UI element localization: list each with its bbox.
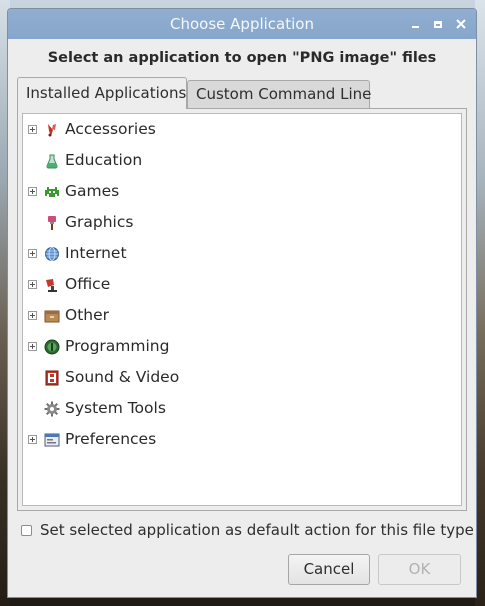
choose-application-dialog: Choose Application Select an application… xyxy=(7,8,477,598)
tree-item-label: Preferences xyxy=(65,430,157,448)
close-icon[interactable] xyxy=(452,15,470,33)
tree-item-internet[interactable]: Internet xyxy=(23,238,461,269)
tree-item-games[interactable]: Games xyxy=(23,176,461,207)
maximize-icon[interactable] xyxy=(429,15,447,33)
preferences-icon xyxy=(44,432,60,448)
games-icon xyxy=(44,184,60,200)
tab-panel: Accessories Education Games Graphics Int… xyxy=(17,108,467,511)
tree-item-label: Programming xyxy=(65,337,170,355)
tree-item-label: Other xyxy=(65,306,110,324)
default-action-label[interactable]: Set selected application as default acti… xyxy=(40,521,474,539)
expand-icon[interactable] xyxy=(28,342,37,351)
expand-icon[interactable] xyxy=(28,187,37,196)
other-icon xyxy=(44,308,60,324)
education-icon xyxy=(44,153,60,169)
tree-item-programming[interactable]: Programming xyxy=(23,331,461,362)
expand-icon[interactable] xyxy=(28,435,37,444)
tree-item-other[interactable]: Other xyxy=(23,300,461,331)
system-tools-icon xyxy=(44,401,60,417)
tab-custom-command-line[interactable]: Custom Command Line xyxy=(187,80,371,108)
minimize-icon[interactable] xyxy=(406,15,424,33)
application-tree[interactable]: Accessories Education Games Graphics Int… xyxy=(22,113,462,506)
tree-item-label: System Tools xyxy=(65,399,166,417)
tree-item-label: Education xyxy=(65,151,143,169)
expand-icon[interactable] xyxy=(28,125,37,134)
expand-icon[interactable] xyxy=(28,311,37,320)
tree-item-label: Sound & Video xyxy=(65,368,180,386)
internet-icon xyxy=(44,246,60,262)
tree-item-preferences[interactable]: Preferences xyxy=(23,424,461,455)
accessories-icon xyxy=(44,122,60,138)
title-bar[interactable]: Choose Application xyxy=(8,9,476,39)
tree-item-label: Games xyxy=(65,182,120,200)
default-action-checkbox[interactable] xyxy=(21,525,32,536)
tree-item-education[interactable]: Education xyxy=(23,145,461,176)
tree-item-label: Graphics xyxy=(65,213,134,231)
expand-icon[interactable] xyxy=(28,249,37,258)
tree-item-sound-video[interactable]: Sound & Video xyxy=(23,362,461,393)
sound-video-icon xyxy=(44,370,60,386)
office-icon xyxy=(44,277,60,293)
tree-item-label: Internet xyxy=(65,244,127,262)
cancel-button[interactable]: Cancel xyxy=(288,554,370,585)
dialog-prompt: Select an application to open "PNG image… xyxy=(47,50,437,66)
ok-button[interactable]: OK xyxy=(378,554,461,585)
tree-item-system-tools[interactable]: System Tools xyxy=(23,393,461,424)
tree-item-label: Accessories xyxy=(65,120,156,138)
tree-item-graphics[interactable]: Graphics xyxy=(23,207,461,238)
expand-icon[interactable] xyxy=(28,280,37,289)
tree-item-accessories[interactable]: Accessories xyxy=(23,114,461,145)
graphics-icon xyxy=(44,215,60,231)
programming-icon xyxy=(44,339,60,355)
tree-item-office[interactable]: Office xyxy=(23,269,461,300)
tree-item-label: Office xyxy=(65,275,111,293)
tab-installed-applications[interactable]: Installed Applications xyxy=(17,77,187,109)
